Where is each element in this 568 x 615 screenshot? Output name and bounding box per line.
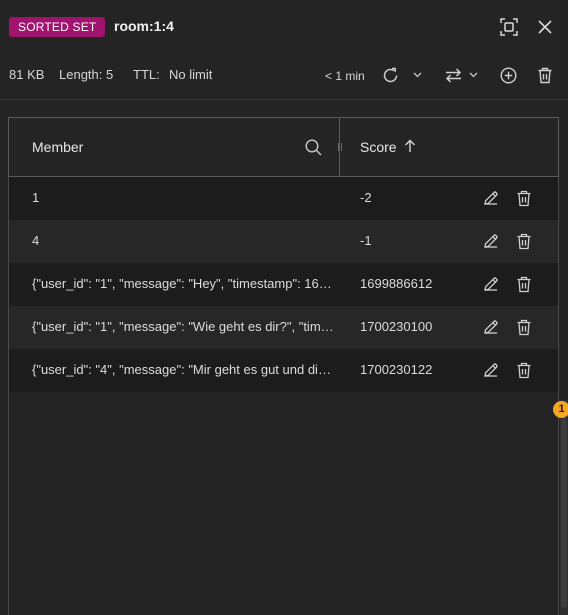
member-cell[interactable]: {"user_id": "4", "message": "Mir geht es… [32, 362, 334, 377]
table-row[interactable]: {"user_id": "1", "message": "Wie geht es… [9, 306, 558, 349]
delete-icon[interactable] [515, 274, 533, 294]
table-header: Member Score [8, 117, 559, 177]
score-cell[interactable]: 1700230100 [360, 319, 432, 334]
table-row[interactable]: {"user_id": "4", "message": "Mir geht es… [9, 349, 558, 392]
member-cell[interactable]: {"user_id": "1", "message": "Hey", "time… [32, 276, 334, 291]
delete-icon[interactable] [535, 64, 555, 86]
table-row[interactable]: {"user_id": "1", "message": "Hey", "time… [9, 263, 558, 306]
delete-icon[interactable] [515, 231, 533, 251]
ttl-value[interactable]: No limit [169, 67, 212, 82]
chevron-down-icon[interactable] [411, 64, 423, 86]
last-refresh-time: < 1 min [325, 69, 365, 83]
table-row[interactable]: 1 -2 [9, 177, 558, 220]
sort-ascending-icon[interactable] [404, 139, 416, 153]
score-cell[interactable]: 1699886612 [360, 276, 432, 291]
key-type-badge: SORTED SET [9, 17, 106, 37]
score-cell[interactable]: -1 [360, 233, 372, 248]
score-cell[interactable]: 1700230122 [360, 362, 432, 377]
delete-icon[interactable] [515, 360, 533, 380]
column-header-member[interactable]: Member [32, 139, 83, 155]
edit-icon[interactable] [482, 275, 500, 293]
close-icon[interactable] [534, 16, 556, 38]
column-resize-handle[interactable] [337, 141, 343, 153]
key-name[interactable]: room:1:4 [114, 18, 174, 34]
edit-icon[interactable] [482, 361, 500, 379]
ttl-label: TTL: [133, 67, 160, 82]
refresh-icon[interactable] [380, 64, 400, 86]
table-row[interactable]: 4 -1 [9, 220, 558, 263]
edit-icon[interactable] [482, 232, 500, 250]
scrollbar-thumb[interactable] [561, 418, 567, 608]
swap-icon[interactable] [443, 64, 463, 86]
score-cell[interactable]: -2 [360, 190, 372, 205]
key-header: SORTED SET room:1:4 [0, 0, 568, 56]
edit-icon[interactable] [482, 318, 500, 336]
edit-icon[interactable] [482, 189, 500, 207]
search-icon[interactable] [303, 137, 323, 157]
add-icon[interactable] [498, 64, 518, 86]
chevron-down-icon[interactable] [467, 64, 479, 86]
member-cell[interactable]: 4 [32, 233, 334, 248]
delete-icon[interactable] [515, 317, 533, 337]
delete-icon[interactable] [515, 188, 533, 208]
key-info-bar: 81 KB Length: 5 TTL: No limit < 1 min [0, 56, 568, 100]
member-cell[interactable]: 1 [32, 190, 334, 205]
member-cell[interactable]: {"user_id": "1", "message": "Wie geht es… [32, 319, 334, 334]
members-table: Member Score 1 -2 4 -1 {"user_id": "1", "mes… [8, 117, 559, 615]
key-length: Length: 5 [59, 67, 114, 82]
notification-badge[interactable]: 1 [553, 401, 568, 418]
key-size: 81 KB [9, 67, 45, 82]
expand-icon[interactable] [498, 16, 520, 38]
column-header-score[interactable]: Score [360, 139, 397, 155]
